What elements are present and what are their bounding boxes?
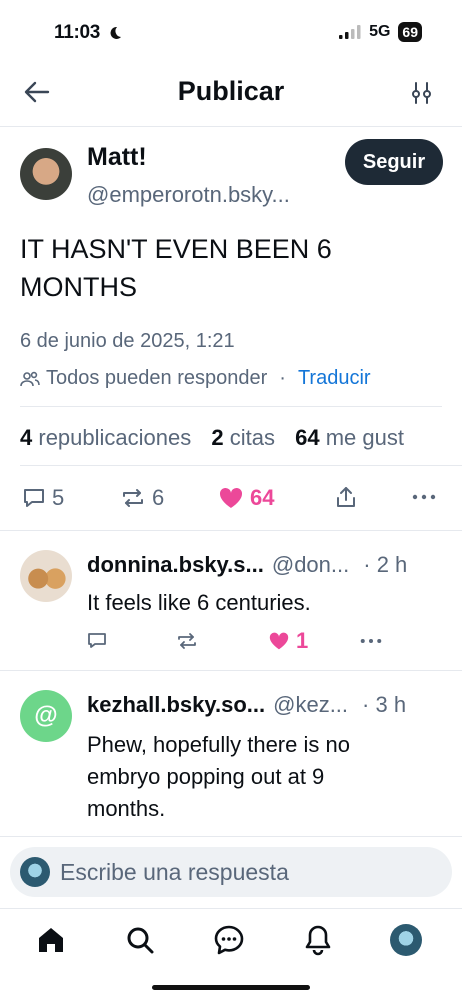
repost-count: 6 [152,485,165,510]
share-icon[interactable] [334,485,358,509]
author-avatar[interactable] [20,148,72,200]
chat-icon[interactable] [213,924,245,956]
bell-icon[interactable] [303,924,333,956]
reply-composer[interactable]: Escribe una respuesta [10,847,452,897]
reply-icon [24,489,44,507]
reply-action[interactable]: 5 [22,485,64,511]
composer-divider [0,836,462,837]
profile-avatar[interactable] [390,924,422,956]
reply-author-name[interactable]: donnina.bsky.s... [87,552,264,578]
post-text-line: IT HASN'T EVEN BEEN 6 [20,234,332,264]
post-divider [0,530,462,531]
reply-text-line: months. [87,796,166,821]
reply-setting-text[interactable]: Todos pueden responder [46,367,267,390]
tabbar-divider [0,908,462,909]
reply-divider [0,670,462,671]
signal-icon [339,25,361,39]
reply-like-action[interactable]: 1 [268,628,308,654]
reply-text: It feels like 6 centuries. [87,590,311,615]
reply-count: 5 [52,485,65,510]
people-icon [20,371,40,386]
author-handle[interactable]: @emperorotn.bsky... [87,182,290,208]
post-text-line: MONTHS [20,272,137,302]
reply-text-line: Phew, hopefully there is no [87,732,350,757]
reply-header: donnina.bsky.s... @don... · 2 h [87,552,407,578]
post-timestamp: 6 de junio de 2025, 1:21 [20,330,235,352]
repost-icon[interactable] [176,632,198,650]
reposts-stat[interactable]: 4 republicaciones [20,425,191,450]
reply-icon[interactable] [87,632,107,650]
author-name[interactable]: Matt! [87,143,147,172]
reply-like-count: 1 [296,628,309,653]
separator-dot: · [279,367,286,389]
reply-header: kezhall.bsky.so... @kez... · 3 h [87,692,406,718]
more-icon[interactable] [360,637,382,645]
more-icon[interactable] [412,493,436,501]
repost-icon [123,489,143,507]
filter-settings-icon[interactable] [410,80,434,106]
follow-button[interactable]: Seguir [345,139,443,185]
reply-avatar[interactable] [20,550,72,602]
repost-action[interactable]: 6 [120,485,164,511]
network-label: 5G [369,23,391,40]
reply-text-line: embryo popping out at 9 [87,764,325,789]
user-avatar [20,857,50,887]
stats-divider-top [20,406,442,407]
translate-link[interactable]: Traducir [298,367,371,390]
reply-time: · 3 h [362,692,407,717]
page-title: Publicar [177,76,285,106]
reply-author-handle[interactable]: @kez... [273,692,348,718]
like-count: 64 [250,485,275,510]
battery-badge: 69 [398,22,422,42]
reply-placeholder[interactable]: Escribe una respuesta [60,859,289,886]
reply-text: Phew, hopefully there is no embryo poppi… [87,729,350,825]
reply-settings-row: Todos pueden responder · Traducir [20,367,371,390]
moon-icon [110,26,121,39]
home-icon[interactable] [36,925,66,955]
home-indicator [152,985,310,990]
reply-avatar[interactable]: @ [20,690,72,742]
status-right: 5G 69 [339,22,422,42]
header-divider [0,126,462,127]
like-action[interactable]: 64 [218,485,274,511]
status-time: 11:03 [54,22,101,43]
post-text: IT HASN'T EVEN BEEN 6 MONTHS [20,230,332,306]
post-stats: 4 republicaciones 2 citas 64 me gust [20,425,404,451]
reply-author-name[interactable]: kezhall.bsky.so... [87,692,265,718]
likes-stat[interactable]: 64 me gust [295,425,404,450]
heart-icon [269,632,289,650]
heart-icon [219,487,243,508]
search-icon[interactable] [125,925,155,955]
reply-author-handle[interactable]: @don... [272,552,349,578]
stats-divider-bottom [20,465,462,466]
reply-time: · 2 h [363,552,408,577]
quotes-stat[interactable]: 2 citas [211,425,275,450]
